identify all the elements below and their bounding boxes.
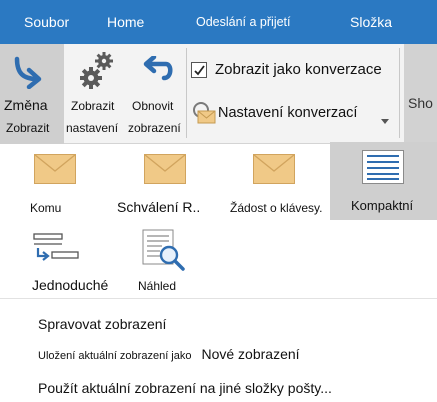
undo-arrow-icon	[142, 54, 174, 89]
envelope-icon	[34, 153, 76, 189]
tab-home[interactable]: Home	[107, 0, 144, 44]
chevron-down-icon[interactable]	[381, 111, 389, 129]
checkmark-icon	[194, 65, 205, 76]
change-view-label-2: Zobrazit	[6, 121, 50, 135]
change-view-button[interactable]: Změna Zobrazit	[0, 44, 64, 144]
view-item-single[interactable]: Jednoduché	[22, 226, 128, 296]
ribbon-tab-bar: Soubor Home Odeslání a přijetí Složka	[0, 0, 437, 44]
apply-current-view-menu-item[interactable]: Použít aktuální zobrazení na jiné složky…	[38, 380, 332, 396]
show-as-conversations-label[interactable]: Zobrazit jako konverzace	[215, 61, 382, 78]
view-item-label: Jednoduché	[32, 277, 109, 293]
envelope-icon	[253, 153, 295, 189]
view-item-label: Schválení R..	[117, 199, 201, 215]
save-current-view-label: Uložení aktuální zobrazení jako	[38, 350, 192, 362]
reset-view-label: Obnovit	[132, 99, 174, 113]
view-item-approval[interactable]: Schválení R..	[110, 148, 220, 224]
view-ribbon: Změna Zobrazit Zobrazit nastavení Obnovi…	[0, 44, 437, 144]
manage-views-menu-item[interactable]: Spravovat zobrazení	[38, 316, 166, 332]
view-item-label: Žádost o klávesy.	[230, 201, 323, 215]
reset-view-label-2: zobrazení	[128, 121, 181, 135]
view-item-label: Kompaktní	[351, 198, 414, 213]
tab-send-receive[interactable]: Odeslání a přijetí	[196, 0, 291, 44]
view-item-label: Komu	[30, 201, 62, 215]
change-view-label: Změna	[4, 97, 48, 113]
ribbon-next-group-cutoff[interactable]: Sho	[404, 44, 437, 144]
change-view-arrow-icon	[11, 53, 47, 94]
tab-folder[interactable]: Složka	[350, 0, 392, 44]
view-settings-label: Zobrazit	[71, 99, 115, 113]
single-line-icon	[32, 232, 80, 271]
view-item-komu[interactable]: Komu	[12, 148, 102, 224]
save-current-view-menu-item[interactable]: Uložení aktuální zobrazení jako Nové zobr…	[38, 346, 300, 362]
conversation-settings-label[interactable]: Nastavení konverzací	[218, 105, 357, 121]
reset-view-button[interactable]: Obnovit zobrazení	[128, 44, 188, 144]
show-as-conversations-checkbox[interactable]	[191, 62, 207, 78]
ribbon-divider	[399, 48, 400, 138]
gallery-divider	[0, 298, 437, 299]
view-item-compact[interactable]: Kompaktní	[330, 142, 437, 220]
cutoff-label: Sho	[408, 95, 433, 111]
gears-icon	[78, 50, 118, 97]
envelope-gear-icon	[192, 101, 216, 130]
preview-magnifier-icon	[142, 229, 186, 276]
compact-list-icon	[362, 150, 404, 189]
tab-file[interactable]: Soubor	[24, 0, 69, 44]
view-settings-button[interactable]: Zobrazit nastavení	[66, 44, 132, 144]
view-item-key-request[interactable]: Žádost o klávesy.	[225, 148, 330, 224]
envelope-icon	[144, 153, 186, 189]
view-item-label: Náhled	[138, 279, 177, 293]
view-item-preview[interactable]: Náhled	[128, 226, 200, 296]
ribbon-divider	[186, 48, 187, 138]
view-settings-label-2: nastavení	[66, 121, 119, 135]
new-view-label: Nové zobrazení	[201, 346, 300, 362]
